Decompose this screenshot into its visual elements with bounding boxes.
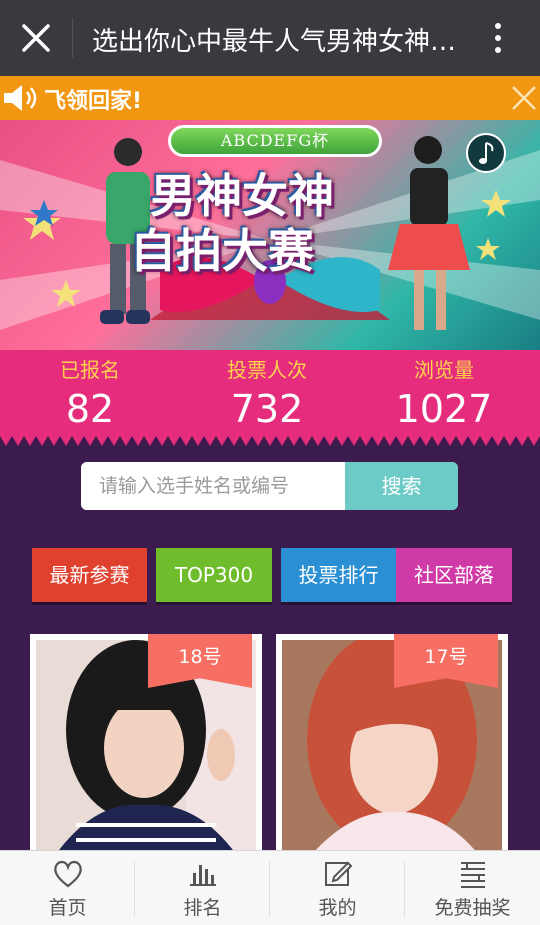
notice-text: 飞领回家! [44,89,143,114]
stat-value: 82 [65,387,115,431]
tab-label: 排名 [183,897,222,919]
tab-home[interactable]: 首页 [0,851,135,925]
stat-value: 732 [230,387,304,431]
stats-zigzag-edge [0,436,540,446]
tab-label: 免费抽奖 [434,897,511,919]
tab-label: 首页 [48,897,87,919]
top300-button[interactable]: TOP300 [156,548,272,602]
stat-views: 浏览量 1027 [354,354,534,431]
stat-label: 浏览量 [414,358,474,382]
more-menu-icon[interactable] [488,20,508,56]
tab-mine[interactable]: 我的 [270,851,405,925]
music-icon[interactable] [466,133,506,173]
title-bar: 选出你心中最牛人气男神女神… [0,0,540,76]
stat-value: 1027 [395,387,493,431]
stat-votes: 投票人次 732 [177,354,357,431]
heart-icon [54,860,82,888]
gift-icon [461,862,485,888]
notice-bar: 飞领回家! [0,76,540,120]
stat-label: 已报名 [60,358,120,382]
stat-label: 投票人次 [227,358,307,382]
bar-chart-icon [190,865,216,886]
close-icon[interactable] [18,20,54,56]
community-button[interactable]: 社区部落 [396,548,512,602]
title-divider [72,18,73,58]
latest-entries-button[interactable]: 最新参赛 [32,548,147,602]
contestant-card[interactable]: 18号 [30,634,262,854]
contest-banner: ABCDEFG杯 男神女神 自拍大赛 [0,120,540,350]
contestant-card[interactable]: 17号 [276,634,508,854]
search-input[interactable] [81,462,345,510]
search-button[interactable]: 搜索 [345,462,458,510]
tab-ranking[interactable]: 排名 [135,851,270,925]
tab-lottery[interactable]: 免费抽奖 [405,851,540,925]
bottom-tab-bar: 首页 排名 我的 免费抽奖 [0,850,540,925]
tab-label: 我的 [318,897,357,919]
speaker-icon [4,85,37,111]
stat-registered: 已报名 82 [0,354,180,431]
stats-bar: 已报名 82 投票人次 732 浏览量 1027 [0,350,540,436]
search-bar: 搜索 [81,462,458,510]
page-title: 选出你心中最牛人气男神女神… [92,27,457,57]
banner-title-line2: 自拍大赛 [130,224,314,278]
cup-title: ABCDEFG杯 [168,125,382,157]
edit-icon [325,861,353,886]
notice-close-icon[interactable] [510,84,538,112]
vote-ranking-button[interactable]: 投票排行 [281,548,396,602]
